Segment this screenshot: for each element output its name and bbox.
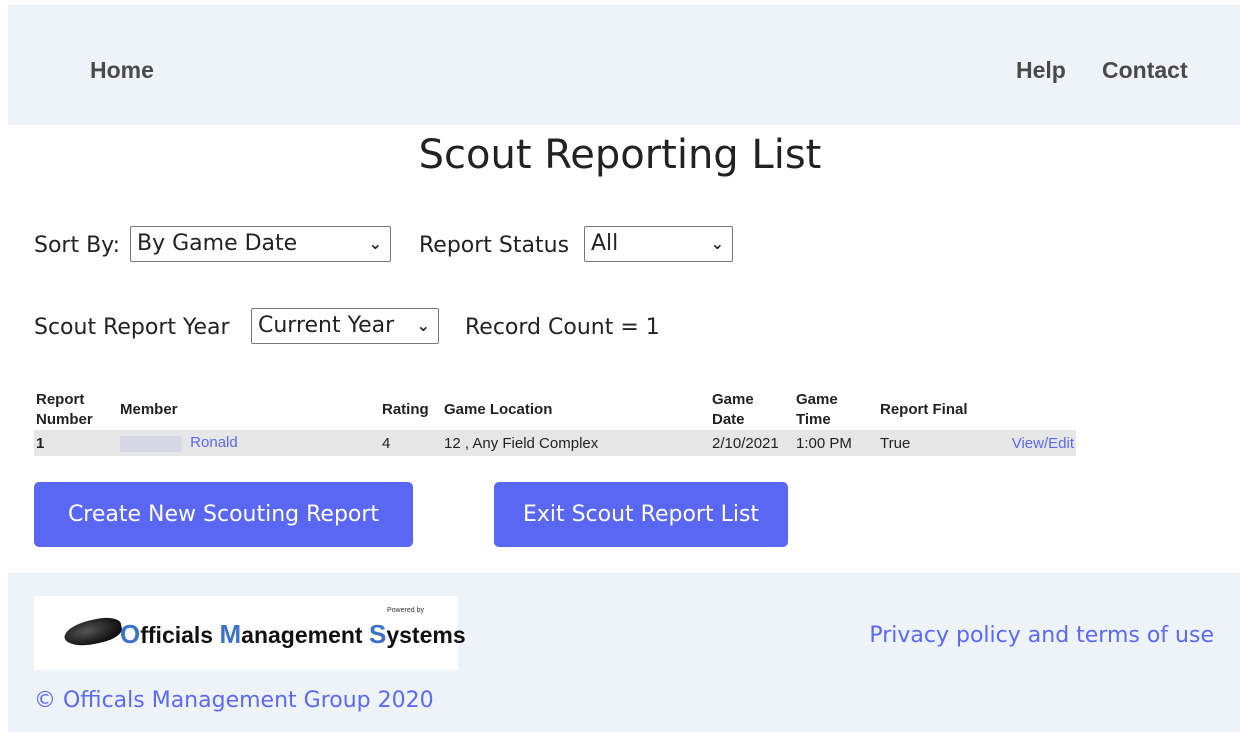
action-cell: View/Edit [992, 430, 1076, 456]
copyright-text: © Officals Management Group 2020 [34, 688, 434, 713]
rating: 4 [380, 430, 442, 456]
nav-home-link[interactable]: Home [90, 57, 154, 84]
footer: Powered by Officials Management Systems … [8, 573, 1240, 732]
report-final: True [878, 430, 992, 456]
member-cell: Ronald [118, 430, 380, 456]
member-link[interactable]: Ronald [190, 434, 238, 451]
game-time: 1:00 PM [794, 430, 878, 456]
chevron-down-icon: ⌄ [710, 234, 724, 253]
report-status-value: All [591, 231, 619, 256]
sort-by-value: By Game Date [137, 231, 298, 256]
sort-by-select[interactable]: By Game Date ⌄ [130, 226, 391, 262]
chevron-down-icon: ⌄ [368, 234, 382, 253]
col-report-number: Report Number [36, 391, 93, 428]
scout-report-table: Report Number Member Rating Game Locatio… [34, 390, 1076, 456]
game-location: 12 , Any Field Complex [442, 430, 710, 456]
report-status-label: Report Status [419, 233, 570, 258]
report-year-value: Current Year [258, 313, 395, 338]
report-number: 1 [34, 430, 118, 456]
table-header-row: Report Number Member Rating Game Locatio… [34, 390, 1076, 430]
report-year-select[interactable]: Current Year ⌄ [251, 308, 439, 344]
report-status-select[interactable]: All ⌄ [584, 226, 733, 262]
create-report-button[interactable]: Create New Scouting Report [34, 482, 413, 547]
sort-by-label: Sort By: [34, 233, 121, 258]
col-action [992, 390, 1076, 430]
whistle-icon [62, 614, 124, 650]
table-row: 1 Ronald 4 12 , Any Field Complex 2/10/2… [34, 430, 1076, 456]
nav-help-link[interactable]: Help [1016, 57, 1066, 84]
logo-text: Officials Management Systems [120, 619, 466, 649]
col-report-final: Report Final [880, 401, 968, 418]
redacted-name [120, 435, 182, 452]
col-game-date: Game Date [712, 391, 754, 428]
col-game-location: Game Location [444, 401, 553, 418]
top-nav: Home Help Contact [8, 5, 1240, 125]
col-member: Member [120, 401, 178, 418]
exit-list-button[interactable]: Exit Scout Report List [494, 482, 788, 547]
nav-contact-link[interactable]: Contact [1102, 57, 1188, 84]
oms-logo: Powered by Officials Management Systems [34, 596, 466, 670]
powered-by-text: Powered by [387, 607, 424, 614]
chevron-down-icon: ⌄ [416, 316, 430, 335]
report-year-label: Scout Report Year [34, 315, 230, 340]
record-count: Record Count = 1 [465, 315, 660, 340]
view-edit-link[interactable]: View/Edit [1012, 435, 1074, 452]
col-rating: Rating [382, 401, 429, 418]
col-game-time: Game Time [796, 391, 838, 428]
game-date: 2/10/2021 [710, 430, 794, 456]
privacy-policy-link[interactable]: Privacy policy and terms of use [869, 623, 1214, 648]
page-title: Scout Reporting List [418, 132, 822, 178]
